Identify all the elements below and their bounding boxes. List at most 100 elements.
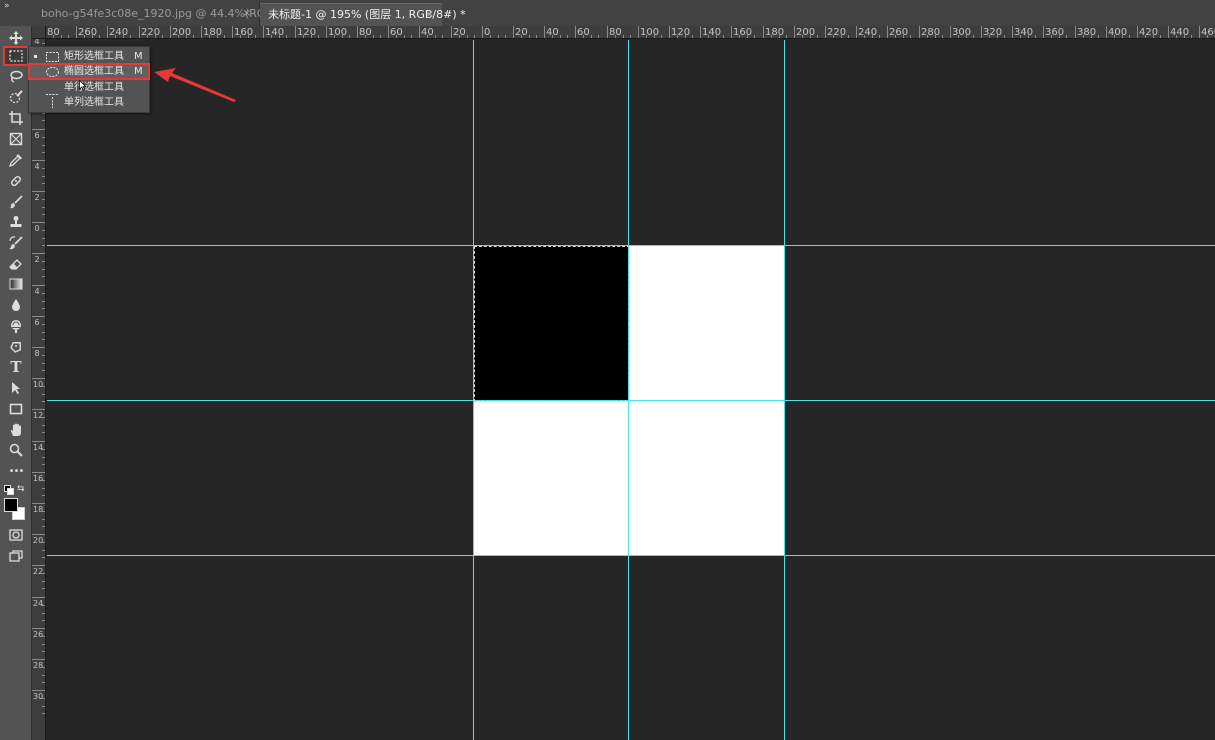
hand-tool-icon[interactable] [3,420,29,440]
more-tools-icon[interactable]: ••• [3,461,29,481]
horizontal-guide[interactable] [47,400,1215,401]
ruler-minor-tick [84,35,85,38]
ruler-minor-tick [583,35,584,38]
canvas-cell[interactable] [629,245,785,400]
ruler-minor-tick [521,35,522,38]
ruler-label: 6 [34,131,40,140]
ruler-minor-tick [615,35,616,38]
ruler-minor-tick [61,35,62,38]
ruler-minor-tick [973,35,974,38]
ruler-major-tick [638,26,639,38]
brush-tool-icon[interactable] [3,192,29,212]
horizontal-ruler[interactable]: 80 260 240 220 200 180 160 140 120 100 80 60 40 20 0 20… [46,26,1215,39]
document-tab-boho[interactable]: boho-g54fe3c08e_1920.jpg @ 44.4%(RGB/8#)… [33,3,306,26]
screen-mode-icon[interactable] [3,546,29,566]
clone-stamp-tool-icon[interactable] [3,212,29,232]
history-brush-tool-icon[interactable] [3,233,29,253]
default-colors-icon[interactable] [4,485,14,495]
ruler-minor-tick [42,464,45,465]
panel-collapse-icon[interactable]: » [4,2,9,11]
ruler-minor-tick [42,214,45,215]
ruler-minor-tick [498,35,499,38]
ruler-minor-tick [560,35,561,38]
blur-tool-icon[interactable] [3,295,29,315]
ruler-minor-tick [42,651,45,652]
rectangular-marquee-tool-icon[interactable] [3,46,29,66]
tab-close-icon[interactable]: × [243,3,251,25]
ruler-minor-tick [42,573,45,574]
ruler-minor-tick [92,35,93,38]
ruler-minor-tick [42,588,45,589]
tab-close-icon[interactable]: × [426,4,434,26]
canvas-cell[interactable] [474,400,629,556]
ruler-minor-tick [1035,35,1036,38]
horizontal-guide[interactable] [47,245,1215,246]
ruler-minor-tick [536,35,537,38]
ruler-minor-tick [365,35,366,38]
ruler-minor-tick [474,35,475,38]
ruler-major-tick [950,26,951,38]
move-tool-icon[interactable] [3,28,29,48]
ruler-minor-tick [380,35,381,38]
crop-tool-icon[interactable] [3,108,29,128]
frame-tool-icon[interactable] [3,129,29,149]
ruler-minor-tick [42,613,45,614]
ruler-minor-tick [155,35,156,38]
canvas-cell[interactable] [629,400,785,556]
menu-item-single-row-marquee[interactable]: 单行选框工具 [29,80,149,95]
ruler-minor-tick [209,35,210,38]
ruler-minor-tick [529,35,530,38]
ruler-minor-tick [958,35,959,38]
vertical-guide[interactable] [784,40,785,740]
ruler-minor-tick [42,417,45,418]
ruler-label: 460 [1201,27,1215,38]
zoom-tool-icon[interactable] [3,440,29,460]
foreground-color-swatch[interactable] [4,498,18,512]
ruler-label: 26 [33,630,44,639]
ruler-minor-tick [42,230,45,231]
gradient-tool-icon[interactable] [3,274,29,294]
horizontal-guide[interactable] [47,555,1215,556]
rectangle-tool-icon[interactable] [3,399,29,419]
ruler-major-tick [32,597,45,598]
menu-item-elliptical-marquee[interactable]: 椭圆选框工具 M [28,63,150,80]
path-selection-tool-icon[interactable] [3,378,29,398]
ruler-major-tick [357,26,358,38]
ruler-major-tick [32,129,45,130]
type-tool-icon[interactable]: T [3,357,29,377]
eyedropper-tool-icon[interactable] [3,150,29,170]
ruler-origin[interactable] [32,26,46,39]
ruler-minor-tick [1176,35,1177,38]
ruler-minor-tick [42,269,45,270]
ruler-minor-tick [42,293,45,294]
ruler-label: 12 [33,411,44,420]
ruler-minor-tick [1028,35,1029,38]
swap-colors-icon[interactable]: ⇆ [17,484,25,494]
canvas-workspace[interactable] [47,40,1215,740]
ruler-label: 100 [640,27,660,38]
menu-item-rectangular-marquee[interactable]: 矩形选框工具 M [29,49,149,64]
ruler-minor-tick [723,35,724,38]
quick-mask-icon[interactable] [3,525,29,545]
pen-tool-icon[interactable] [3,337,29,357]
ruler-major-tick [32,191,45,192]
ruler-major-tick [1168,26,1169,38]
ruler-minor-tick [879,35,880,38]
ruler-major-tick [32,409,45,410]
ruler-minor-tick [802,35,803,38]
healing-brush-tool-icon[interactable] [3,171,29,191]
ruler-major-tick [32,690,45,691]
ruler-major-tick [1137,26,1138,38]
ruler-minor-tick [396,35,397,38]
menu-item-single-column-marquee[interactable]: 单列选框工具 [29,95,149,110]
ruler-label: 320 [983,27,1003,38]
document-tab-untitled[interactable]: 未标题-1 @ 195% (图层 1, RGB/8#) * × [260,3,466,26]
vertical-ruler[interactable]: 408642024681012141618202224262830 [32,39,46,740]
ruler-label: 2 [34,193,40,202]
dodge-tool-icon[interactable] [3,316,29,336]
quick-selection-tool-icon[interactable] [3,87,29,107]
ruler-label: 28 [33,661,44,670]
lasso-tool-icon[interactable] [3,67,29,87]
ruler-label: 16 [33,474,44,483]
eraser-tool-icon[interactable] [3,254,29,274]
